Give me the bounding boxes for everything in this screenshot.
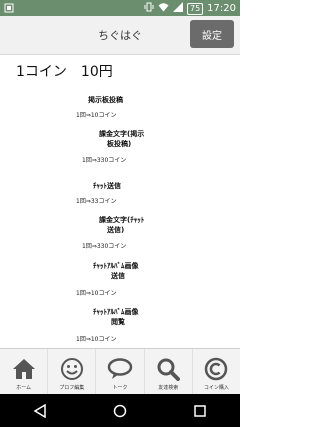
nav-coin-purchase[interactable]: コイン購入 (193, 349, 240, 395)
item-price-bbs-post: 1回⇒10コイン (76, 112, 117, 119)
item-name-line: ﾁｬｯﾄｱﾙﾊﾞﾑ画像 (93, 262, 139, 270)
item-name-line: 送信 (111, 272, 125, 280)
item-name-chat-send: ﾁｬｯﾄ送信 (93, 181, 121, 191)
item-name-line: 送信) (107, 226, 125, 234)
item-name-line: ﾁｬｯﾄ送信 (93, 182, 121, 190)
notification-icon (4, 3, 14, 16)
item-name-line: 閲覧 (111, 318, 125, 326)
settings-button[interactable]: 設定 (190, 20, 234, 48)
item-price-chat-album-send: 1回⇒10コイン (76, 290, 117, 297)
status-bar: 75 17:20 (0, 0, 240, 16)
back-icon[interactable] (30, 401, 50, 421)
nav-home[interactable]: ホーム (0, 349, 49, 395)
item-name-line: 板投稿) (107, 140, 132, 148)
magnifier-icon (155, 356, 181, 382)
clock: 17:20 (207, 3, 236, 14)
home-circle-icon[interactable] (110, 401, 130, 421)
item-name-paid-text-chat: 課金文字(ﾁｬｯﾄ 送信) (99, 215, 144, 235)
nav-label: 友達検索 (158, 385, 179, 391)
signal-icon (172, 2, 183, 15)
nav-label: コイン購入 (203, 385, 229, 391)
item-name-line: 課金文字(掲示 (99, 130, 145, 138)
item-name-paid-text-bbs: 課金文字(掲示 板投稿) (99, 129, 144, 149)
battery-indicator: 75 (186, 2, 204, 15)
nav-friend-search[interactable]: 友達検索 (145, 349, 193, 395)
wifi-icon (158, 2, 169, 15)
coin-price-list: 1コイン 10円 掲示板投稿 1回⇒10コイン 課金文字(掲示 板投稿) 1回⇒… (0, 55, 240, 347)
recents-icon[interactable] (190, 401, 210, 421)
vibrate-icon (144, 2, 154, 15)
item-price-paid-text-bbs: 1回⇒330コイン (82, 157, 127, 164)
item-name-line: ﾁｬｯﾄｱﾙﾊﾞﾑ画像 (93, 308, 139, 316)
nav-label: ホーム (16, 385, 32, 391)
app-header: ちぐはぐ 設定 (0, 16, 240, 55)
nav-label: プロフ編集 (59, 385, 85, 391)
item-price-chat-send: 1回⇒33コイン (76, 198, 117, 205)
item-price-chat-album-view: 1回⇒10コイン (76, 336, 117, 343)
coin-icon (203, 356, 229, 382)
nav-profile-edit[interactable]: プロフ編集 (48, 349, 97, 395)
bottom-nav: ホーム プロフ編集 トーク 友達検索 コイン購入 (0, 348, 240, 395)
speech-bubble-icon (107, 356, 133, 382)
nav-label: トーク (112, 385, 128, 391)
item-name-bbs-post: 掲示板投稿 (88, 95, 123, 105)
item-name-chat-album-view: ﾁｬｯﾄｱﾙﾊﾞﾑ画像 閲覧 (93, 307, 139, 327)
item-name-line: 課金文字(ﾁｬｯﾄ (99, 216, 145, 224)
coin-rate-heading: 1コイン 10円 (16, 64, 113, 80)
nav-talk[interactable]: トーク (96, 349, 145, 395)
item-name-chat-album-send: ﾁｬｯﾄｱﾙﾊﾞﾑ画像 送信 (93, 261, 139, 281)
item-price-paid-text-chat: 1回⇒330コイン (82, 243, 127, 250)
system-nav-bar (0, 394, 240, 427)
item-name-line: 掲示板投稿 (88, 96, 123, 104)
home-icon (11, 356, 37, 382)
smiley-icon (59, 356, 85, 382)
